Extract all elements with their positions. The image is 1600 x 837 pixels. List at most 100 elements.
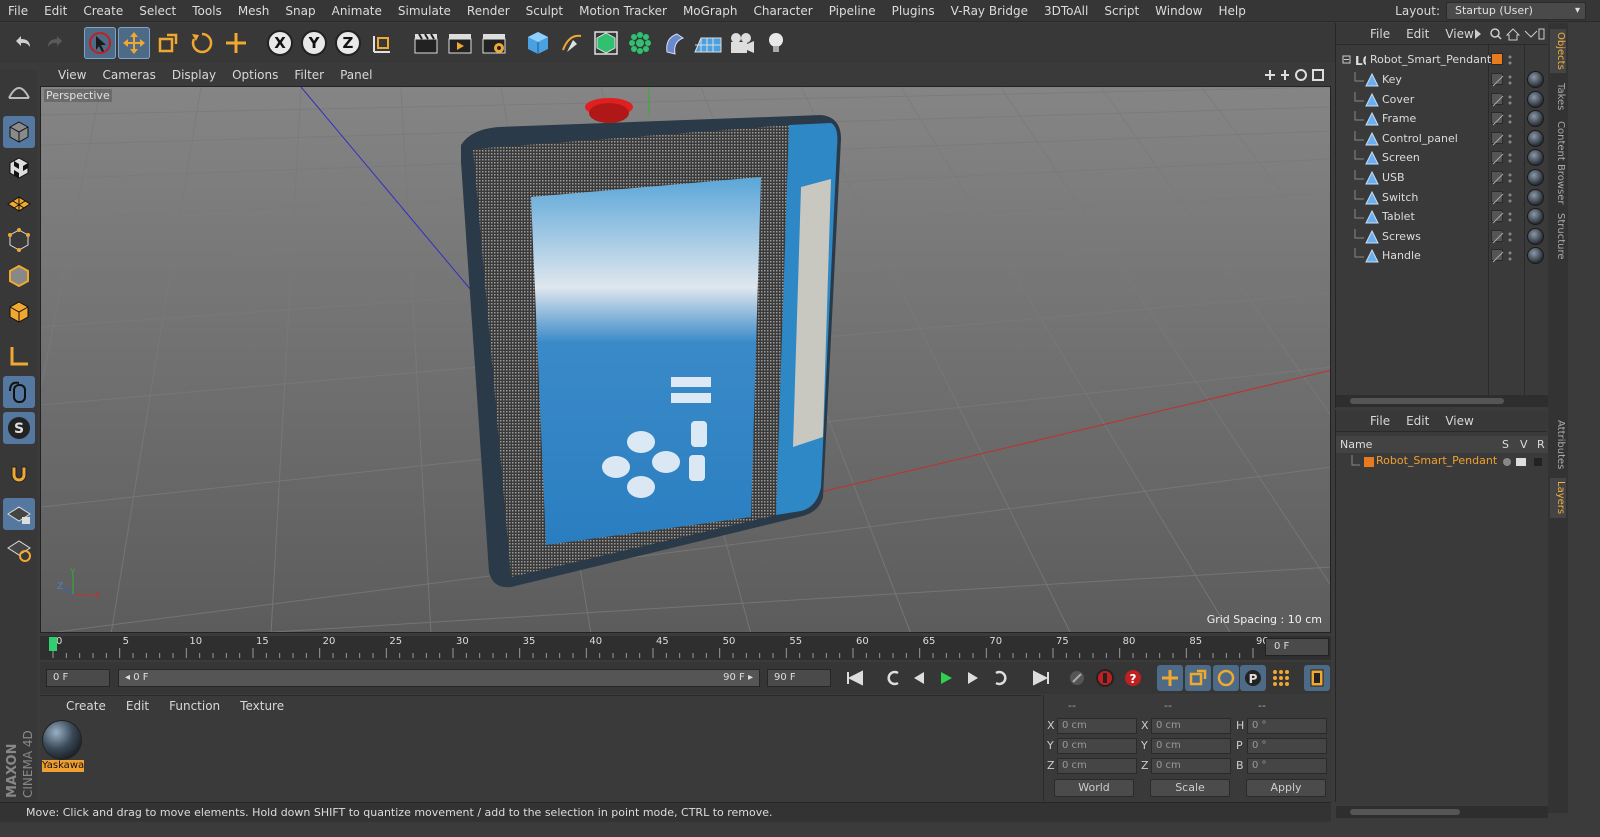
material-tag-icon[interactable] [1527,227,1544,245]
next-frame-button[interactable] [960,665,986,691]
editor-visibility-toggle[interactable] [1491,73,1504,87]
object-row-cover[interactable]: Cover [1336,90,1548,109]
layers-menu-edit[interactable]: Edit [1398,414,1437,428]
layer-manager-scrollbar[interactable] [1336,806,1548,818]
menu-script[interactable]: Script [1096,0,1147,22]
menu-tools[interactable]: Tools [184,0,230,22]
menu-vray-bridge[interactable]: V-Ray Bridge [943,0,1036,22]
object-row-control-panel[interactable]: Control_panel [1336,129,1548,148]
object-row-usb[interactable]: USB [1336,168,1548,187]
viewport-nav-icons[interactable] [1263,68,1325,82]
menu-snap[interactable]: Snap [277,0,323,22]
coord-space-dropdown[interactable]: World [1054,779,1134,797]
layers-menu-file[interactable]: File [1362,414,1398,428]
objects-menu-file[interactable]: File [1362,27,1398,41]
key-position-button[interactable] [1157,665,1183,691]
tweak-mode-button[interactable] [3,376,35,408]
editor-visibility-toggle[interactable] [1491,229,1504,244]
coord-rot-b-field[interactable]: 0 ° [1247,758,1327,774]
workplane-mode-button[interactable] [3,188,35,220]
material-menu-create[interactable]: Create [56,699,116,713]
coord-pos-x-field[interactable]: 0 cm [1057,718,1137,734]
object-row-screws[interactable]: Screws [1336,227,1548,246]
editor-visibility-toggle[interactable] [1491,210,1504,224]
menu-motion-tracker[interactable]: Motion Tracker [571,0,675,22]
menu-select[interactable]: Select [131,0,184,22]
visibility-dots[interactable] [1508,210,1512,222]
material-tag-icon[interactable] [1527,247,1544,265]
edges-mode-button[interactable] [3,260,35,292]
timeline-ruler[interactable]: 0 5 10 15 20 25 30 35 40 45 50 55 60 65 70 75 80 85 90 0 F [40,636,1331,660]
menu-window[interactable]: Window [1147,0,1210,22]
tab-structure[interactable]: Structure [1550,211,1566,261]
layer-color-badge[interactable] [1491,53,1503,65]
viewport-menu-view[interactable]: View [50,65,94,85]
start-frame-field[interactable]: 0 F [46,669,110,687]
editor-visibility-toggle[interactable] [1491,151,1504,165]
menu-render[interactable]: Render [459,0,518,22]
editor-visibility-toggle[interactable] [1491,131,1504,146]
object-row-key[interactable]: Key [1336,70,1548,89]
points-mode-button[interactable] [3,224,35,256]
coord-size-y-field[interactable]: 0 cm [1151,738,1231,754]
recent-tool-button[interactable] [220,27,252,59]
timeline-window-button[interactable] [1304,665,1330,691]
layer-row[interactable]: Robot_Smart_Pendant [1336,453,1548,471]
scale-tool-button[interactable] [152,27,184,59]
render-view-button[interactable] [410,27,442,59]
coord-apply-button[interactable]: Apply [1246,779,1326,797]
cube-primitive-button[interactable] [522,27,554,59]
editor-visibility-toggle[interactable] [1491,92,1504,106]
material-tag-icon[interactable] [1527,169,1544,186]
menu-character[interactable]: Character [745,0,820,22]
menu-pipeline[interactable]: Pipeline [821,0,884,22]
make-editable-button[interactable] [3,74,35,106]
z-axis-button[interactable]: Z [332,27,364,59]
next-key-button[interactable] [988,665,1014,691]
coordinate-system-button[interactable] [366,27,398,59]
visibility-dots[interactable] [1508,171,1512,183]
object-row-frame[interactable]: Frame [1336,109,1548,128]
material-menu-function[interactable]: Function [159,699,230,713]
menu-plugins[interactable]: Plugins [884,0,943,22]
locked-workplane-button[interactable] [3,498,35,530]
editor-visibility-toggle[interactable] [1491,112,1504,126]
model-mode-button[interactable] [3,116,35,148]
move-tool-button[interactable] [118,27,150,59]
coord-pos-y-field[interactable]: 0 cm [1057,738,1137,754]
record-keys-button[interactable] [1064,665,1090,691]
visibility-dots[interactable] [1508,73,1512,85]
material-tag-icon[interactable] [1527,129,1544,147]
menu-help[interactable]: Help [1210,0,1253,22]
tab-objects[interactable]: Objects [1550,29,1566,73]
menu-create[interactable]: Create [75,0,131,22]
tab-takes[interactable]: Takes [1550,79,1566,115]
deformer-button[interactable] [658,27,690,59]
go-to-end-button[interactable] [1028,665,1054,691]
material-menu-texture[interactable]: Texture [230,699,294,713]
go-to-start-button[interactable] [842,665,868,691]
coord-mode-dropdown[interactable]: Scale [1150,779,1230,797]
tab-layers[interactable]: Layers [1550,478,1566,518]
object-manager-tools-icons[interactable] [1473,27,1545,41]
material-swatch[interactable]: Yaskawa [42,720,84,772]
objects-menu-edit[interactable]: Edit [1398,27,1437,41]
rotate-tool-button[interactable] [186,27,218,59]
object-row-robot-smart-pendant[interactable]: L0 Robot_Smart_Pendant [1336,50,1548,69]
viewport-menu-filter[interactable]: Filter [286,65,332,85]
material-tag-icon[interactable] [1527,188,1544,206]
timeline-playhead[interactable] [49,637,57,651]
layers-menu-view[interactable]: View [1437,414,1481,428]
current-frame-field[interactable]: 0 F [1265,638,1329,656]
visibility-dots[interactable] [1508,53,1512,65]
axis-mode-button[interactable] [3,340,35,372]
menu-mesh[interactable]: Mesh [230,0,278,22]
menu-edit[interactable]: Edit [36,0,75,22]
material-tag-icon[interactable] [1527,90,1544,108]
autokey-button[interactable] [1092,665,1118,691]
editor-visibility-toggle[interactable] [1491,190,1504,204]
menu-3dtoall[interactable]: 3DToAll [1036,0,1096,22]
editor-visibility-toggle[interactable] [1491,249,1504,263]
object-row-tablet[interactable]: Tablet [1336,207,1548,226]
material-tag-icon[interactable] [1527,110,1544,128]
